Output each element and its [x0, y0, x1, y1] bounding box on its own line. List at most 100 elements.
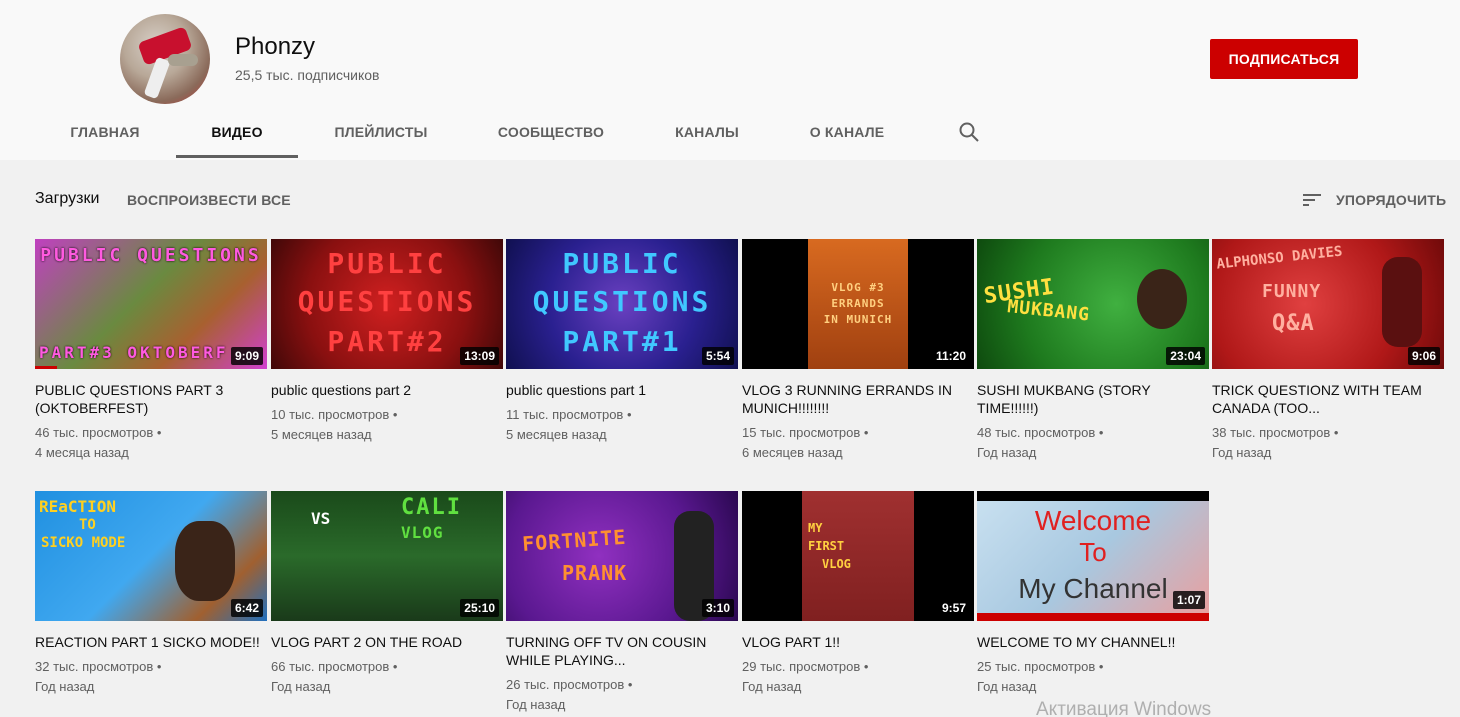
tab-about[interactable]: О КАНАЛЕ	[797, 110, 897, 158]
view-count: 11 тыс. просмотров	[506, 407, 624, 422]
meta-separator: •	[627, 677, 633, 692]
publish-date: 6 месяцев назад	[742, 445, 843, 460]
video-title[interactable]: public questions part 1	[506, 381, 738, 399]
view-count: 66 тыс. просмотров	[271, 659, 390, 674]
video-card[interactable]: Welcome To My Channel 1:07 WELCOME TO MY…	[977, 491, 1209, 697]
sort-label: УПОРЯДОЧИТЬ	[1336, 192, 1447, 208]
thumb-text: Welcome	[1034, 505, 1152, 536]
duration-badge: 9:06	[1407, 347, 1440, 365]
duration-badge: 13:09	[460, 347, 499, 365]
channel-name: Phonzy	[235, 33, 316, 60]
thumb-text: PUBLIC	[562, 247, 682, 280]
publish-date: 5 месяцев назад	[506, 427, 607, 442]
video-title[interactable]: SUSHI MUKBANG (STORY TIME!!!!!!)	[977, 381, 1209, 417]
thumb-text: CALI	[401, 495, 462, 520]
meta-separator: •	[626, 407, 632, 422]
search-icon[interactable]	[957, 120, 981, 144]
watch-progress	[35, 366, 57, 369]
video-title[interactable]: VLOG 3 RUNNING ERRANDS IN MUNICH!!!!!!!!	[742, 381, 974, 417]
publish-date: Год назад	[977, 679, 1037, 694]
meta-separator: •	[156, 659, 162, 674]
video-title[interactable]: REACTION PART 1 SICKO MODE!!	[35, 633, 267, 651]
channel-header: Phonzy 25,5 тыс. подписчиков ПОДПИСАТЬСЯ…	[0, 0, 1460, 160]
video-thumbnail[interactable]: PUBLIC QUESTIONS PART#1 5:54	[506, 239, 738, 369]
video-card[interactable]: VLOG #3 ERRANDS IN MUNICH 11:20 VLOG 3 R…	[742, 239, 974, 463]
duration-badge: 3:10	[701, 599, 734, 617]
video-thumbnail[interactable]: MY FIRST VLOG 9:57	[742, 491, 974, 621]
subscriber-count: 25,5 тыс. подписчиков	[235, 67, 380, 83]
thumb-text: VLOG #3	[831, 281, 885, 294]
meta-separator: •	[1333, 425, 1339, 440]
duration-badge: 11:20	[931, 347, 970, 365]
duration-badge: 9:57	[937, 599, 970, 617]
duration-badge: 23:04	[1166, 347, 1205, 365]
video-title[interactable]: VLOG PART 1!!	[742, 633, 974, 651]
meta-separator: •	[392, 407, 398, 422]
video-thumbnail[interactable]: FORTNITE PRANK 3:10	[506, 491, 738, 621]
duration-badge: 9:09	[230, 347, 263, 365]
play-all-link[interactable]: ВОСПРОИЗВЕСТИ ВСЕ	[127, 192, 291, 208]
duration-badge: 6:42	[230, 599, 263, 617]
video-thumbnail[interactable]: Welcome To My Channel 1:07	[977, 491, 1209, 621]
thumb-text: QUESTIONS	[532, 285, 712, 318]
videos-content: Загрузки ВОСПРОИЗВЕСТИ ВСЕ УПОРЯДОЧИТЬ P…	[0, 160, 1460, 717]
meta-separator: •	[1098, 425, 1104, 440]
video-card[interactable]: FORTNITE PRANK 3:10 TURNING OFF TV ON CO…	[506, 491, 738, 715]
video-card[interactable]: SUSHI MUKBANG 23:04 SUSHI MUKBANG (STORY…	[977, 239, 1209, 463]
channel-avatar[interactable]	[120, 14, 210, 104]
view-count: 32 тыс. просмотров	[35, 659, 154, 674]
duration-badge: 1:07	[1172, 591, 1205, 609]
publish-date: 4 месяца назад	[35, 445, 129, 460]
video-title[interactable]: TURNING OFF TV ON COUSIN WHILE PLAYING..…	[506, 633, 738, 669]
video-title[interactable]: public questions part 2	[271, 381, 503, 399]
sort-button[interactable]: УПОРЯДОЧИТЬ	[1300, 188, 1446, 212]
video-card[interactable]: REaCTION TO SICKO MODE 6:42 REACTION PAR…	[35, 491, 267, 697]
duration-badge: 5:54	[701, 347, 734, 365]
video-title[interactable]: WELCOME TO MY CHANNEL!!	[977, 633, 1209, 651]
view-count: 10 тыс. просмотров	[271, 407, 390, 422]
video-thumbnail[interactable]: VS CALI VLOG 25:10	[271, 491, 503, 621]
view-count: 26 тыс. просмотров	[506, 677, 625, 692]
thumb-text: ERRANDS	[831, 297, 885, 310]
video-thumbnail[interactable]: SUSHI MUKBANG 23:04	[977, 239, 1209, 369]
video-card[interactable]: ALPHONSO DAVIES FUNNY Q&A 9:06 TRICK QUE…	[1212, 239, 1444, 463]
publish-date: Год назад	[742, 679, 802, 694]
thumb-text: FIRST	[808, 539, 845, 553]
tab-community[interactable]: СООБЩЕСТВО	[485, 110, 617, 158]
tab-playlists[interactable]: ПЛЕЙЛИСТЫ	[318, 110, 444, 158]
publish-date: Год назад	[35, 679, 95, 694]
video-card[interactable]: PUBLIC QUESTIONS PART#2 13:09 public que…	[271, 239, 503, 445]
subscribe-button[interactable]: ПОДПИСАТЬСЯ	[1210, 39, 1358, 79]
video-thumbnail[interactable]: PUBLIC QUESTIONS PART#3 OKTOBERF 9:09	[35, 239, 267, 369]
video-thumbnail[interactable]: ALPHONSO DAVIES FUNNY Q&A 9:06	[1212, 239, 1444, 369]
thumb-text: IN MUNICH	[823, 313, 893, 326]
meta-separator: •	[392, 659, 398, 674]
video-card[interactable]: VS CALI VLOG 25:10 VLOG PART 2 ON THE RO…	[271, 491, 503, 697]
video-title[interactable]: VLOG PART 2 ON THE ROAD	[271, 633, 503, 651]
thumb-text: TO	[79, 517, 96, 533]
video-thumbnail[interactable]: REaCTION TO SICKO MODE 6:42	[35, 491, 267, 621]
publish-date: Год назад	[271, 679, 331, 694]
thumb-text: REaCTION	[39, 497, 117, 516]
publish-date: 5 месяцев назад	[271, 427, 372, 442]
video-card[interactable]: MY FIRST VLOG 9:57 VLOG PART 1!! 29 тыс.…	[742, 491, 974, 697]
view-count: 46 тыс. просмотров	[35, 425, 154, 440]
publish-date: Год назад	[1212, 445, 1272, 460]
duration-badge: 25:10	[460, 599, 499, 617]
video-card[interactable]: PUBLIC QUESTIONS PART#3 OKTOBERF 9:09 PU…	[35, 239, 267, 463]
video-title[interactable]: TRICK QUESTIONZ WITH TEAM CANADA (TOO...	[1212, 381, 1444, 417]
video-thumbnail[interactable]: VLOG #3 ERRANDS IN MUNICH 11:20	[742, 239, 974, 369]
tab-channels[interactable]: КАНАЛЫ	[663, 110, 751, 158]
meta-separator: •	[863, 659, 869, 674]
publish-date: Год назад	[977, 445, 1037, 460]
video-title[interactable]: PUBLIC QUESTIONS PART 3 (OKTOBERFEST)	[35, 381, 267, 417]
video-card[interactable]: PUBLIC QUESTIONS PART#1 5:54 public ques…	[506, 239, 738, 445]
thumb-text: PUBLIC	[327, 247, 447, 280]
windows-activation-watermark: Активация Windows	[1036, 699, 1212, 717]
tab-home[interactable]: ГЛАВНАЯ	[35, 110, 175, 158]
tab-videos[interactable]: ВИДЕО	[176, 110, 298, 158]
video-thumbnail[interactable]: PUBLIC QUESTIONS PART#2 13:09	[271, 239, 503, 369]
thumb-text: QUESTIONS	[297, 285, 477, 318]
thumb-text: MY	[808, 521, 823, 535]
thumb-text: To	[1079, 537, 1107, 567]
